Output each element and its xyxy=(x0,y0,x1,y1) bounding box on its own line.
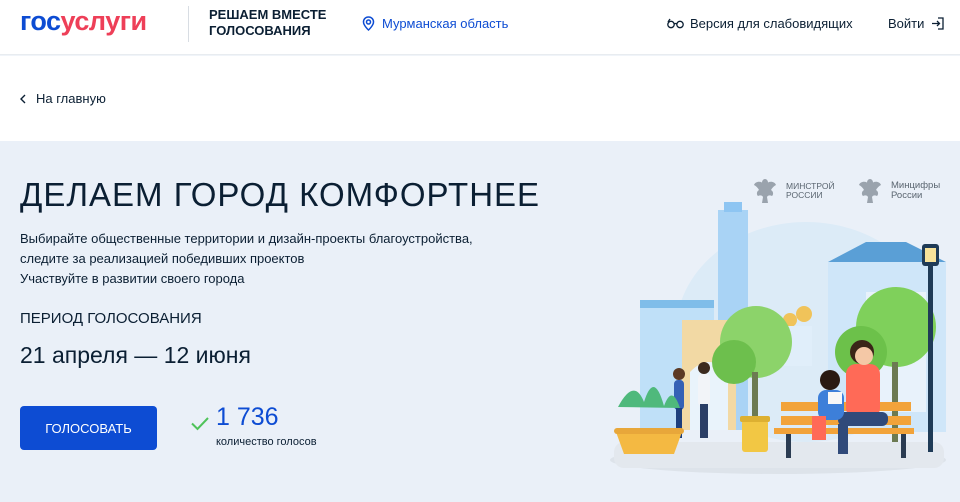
login-icon xyxy=(932,17,945,30)
region-label: Мурманская область xyxy=(382,16,509,31)
project-title-line2: ГОЛОСОВАНИЯ xyxy=(209,23,311,38)
mincifry-line2: России xyxy=(891,190,923,201)
description-line3: Участвуйте в развитии своего города xyxy=(20,271,245,286)
breadcrumb-bar xyxy=(0,56,960,141)
back-to-home-link[interactable]: На главную xyxy=(20,91,106,106)
minstroy-line2: России xyxy=(786,190,823,200)
logo-part2: услуги xyxy=(60,6,148,36)
site-header: госуслуги РЕШАЕМ ВМЕСТЕ ГОЛОСОВАНИЯ Мурм… xyxy=(0,0,960,55)
description-line2: следите за реализацией победивших проект… xyxy=(20,251,305,266)
period-value: 21 апреля — 12 июня xyxy=(20,342,251,368)
vote-count: 1 736 xyxy=(216,403,279,431)
project-title[interactable]: РЕШАЕМ ВМЕСТЕ ГОЛОСОВАНИЯ xyxy=(209,7,326,39)
back-label: На главную xyxy=(36,91,106,106)
accessibility-link[interactable]: Версия для слабовидящих xyxy=(667,16,853,31)
glasses-icon xyxy=(667,18,684,29)
chevron-left-icon xyxy=(20,94,26,103)
accessibility-label: Версия для слабовидящих xyxy=(690,16,853,31)
description-line1: Выбирайте общественные территории и диза… xyxy=(20,231,473,246)
checkmark-icon xyxy=(191,417,209,431)
region-selector[interactable]: Мурманская область xyxy=(362,16,508,31)
login-label: Войти xyxy=(888,16,925,31)
gosuslugi-logo[interactable]: госуслуги xyxy=(20,6,147,37)
period-label: ПЕРИОД ГОЛОСОВАНИЯ xyxy=(20,310,202,327)
hero-description: Выбирайте общественные территории и диза… xyxy=(20,229,473,289)
hero-title: ДЕЛАЕМ ГОРОД КОМФОРТНЕЕ xyxy=(20,176,541,213)
header-divider xyxy=(188,6,189,42)
project-title-line1: РЕШАЕМ ВМЕСТЕ xyxy=(209,7,327,22)
vote-count-label: количество голосов xyxy=(216,436,317,448)
vote-button[interactable]: ГОЛОСОВАТЬ xyxy=(20,406,157,450)
logo-part1: гос xyxy=(20,6,61,36)
city-park-illustration xyxy=(610,202,946,474)
login-button[interactable]: Войти xyxy=(888,16,945,31)
location-pin-icon xyxy=(362,16,375,31)
